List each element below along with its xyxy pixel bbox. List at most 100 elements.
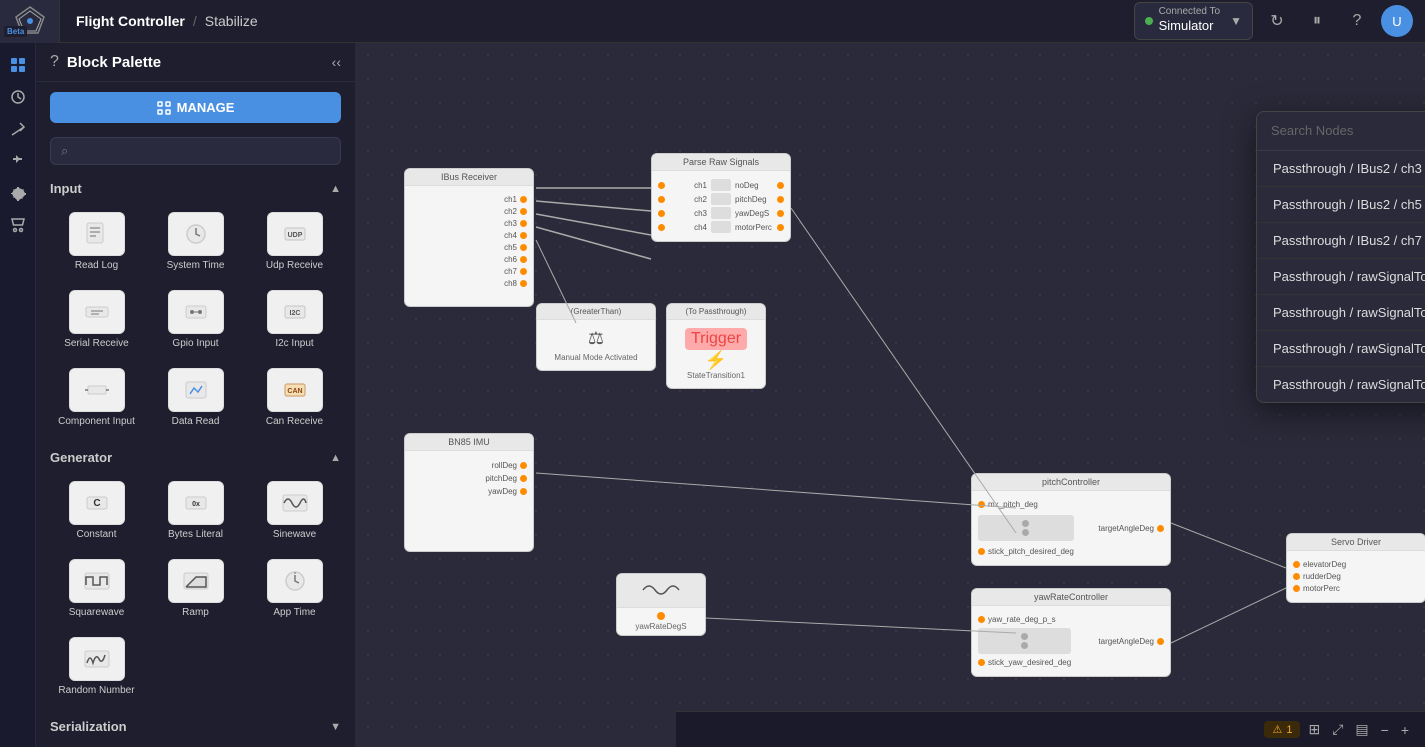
parse-raw-signals-body: ch1 noDeg ch2 pitchDeg ch3 yawDegS: [652, 171, 790, 241]
generator-section-header[interactable]: Generator ▲: [36, 442, 355, 471]
simulator-badge[interactable]: Connected To Simulator ▼: [1134, 2, 1253, 40]
minimap-icon[interactable]: ▤: [1351, 717, 1372, 742]
breadcrumb-main: Flight Controller: [76, 13, 185, 29]
block-can-receive[interactable]: CAN Can Receive: [248, 362, 341, 434]
port-ch5: [520, 244, 527, 251]
port-ch6: [520, 256, 527, 263]
block-i2c-input[interactable]: I2C I2c Input: [248, 284, 341, 356]
block-udp-receive[interactable]: UDP Udp Receive: [248, 206, 341, 278]
svg-text:UDP: UDP: [287, 232, 302, 239]
parse-port-out-nodeg: [777, 182, 784, 189]
pause-button[interactable]: ⏸: [1301, 5, 1333, 37]
serialization-section-header[interactable]: Serialization ▼: [36, 711, 355, 740]
search-item-6[interactable]: Passthrough / rawSignalToAngle / chToDeg…: [1257, 367, 1425, 402]
port-ch7: [520, 268, 527, 275]
input-section-header[interactable]: Input ▲: [36, 173, 355, 202]
block-bytes-literal[interactable]: 0x Bytes Literal: [149, 475, 242, 547]
ibus-receiver-title: IBus Receiver: [405, 169, 533, 186]
search-dropdown-input[interactable]: [1271, 123, 1425, 138]
bytes-literal-label: Bytes Literal: [168, 529, 223, 541]
manage-btn-label: MANAGE: [177, 100, 235, 115]
pitch-controller-node[interactable]: pitchController mx_pitch_deg stick_pitch…: [971, 473, 1171, 566]
sidebar-content: Input ▲ Read Log System Time: [36, 173, 355, 747]
servo-port-motor: [1293, 585, 1300, 592]
reset-view-icon[interactable]: ⤢: [1328, 717, 1347, 742]
breadcrumb-sub: Stabilize: [205, 13, 258, 29]
ibus-port-ch1: ch1: [411, 195, 527, 204]
block-app-time[interactable]: App Time: [248, 553, 341, 625]
constant-icon: C: [69, 481, 125, 525]
can-receive-icon: CAN: [267, 368, 323, 412]
parse-port-in-ch3: [658, 210, 665, 217]
grid-icon[interactable]: ⊞: [1304, 717, 1324, 742]
block-system-time[interactable]: System Time: [149, 206, 242, 278]
i2c-input-icon: I2C: [267, 290, 323, 334]
manual-mode-label: Manual Mode Activated: [545, 353, 647, 362]
read-log-icon: [69, 212, 125, 256]
parse-raw-signals-node[interactable]: Parse Raw Signals ch1 noDeg ch2 pitchDeg: [651, 153, 791, 242]
refresh-button[interactable]: ↻: [1261, 5, 1293, 37]
block-data-read[interactable]: Data Read: [149, 362, 242, 434]
block-read-log[interactable]: Read Log: [50, 206, 143, 278]
sidebar-close-icon[interactable]: ‹‹: [332, 54, 341, 70]
process-section-header[interactable]: Process ▲: [36, 740, 355, 747]
search-item-1[interactable]: Passthrough / IBus2 / ch5: [1257, 187, 1425, 223]
input-section-title: Input: [50, 181, 82, 196]
topbar: Beta Flight Controller / Stabilize Conne…: [0, 0, 1425, 43]
block-component-input[interactable]: Component Input: [50, 362, 143, 434]
warning-badge[interactable]: ⚠ 1: [1264, 721, 1300, 738]
block-constant[interactable]: C Constant: [50, 475, 143, 547]
gpio-input-icon: [168, 290, 224, 334]
generator-section-arrow: ▲: [330, 452, 341, 464]
sidebar-help-icon[interactable]: ?: [50, 53, 59, 71]
search-item-4[interactable]: Passthrough / rawSignalToAngle / motorPe…: [1257, 295, 1425, 331]
parse-raw-signals-title: Parse Raw Signals: [652, 154, 790, 171]
parse-port-out-yaw: [777, 210, 784, 217]
imu-port-yaw: [520, 488, 527, 495]
zoom-in-icon[interactable]: +: [1397, 718, 1413, 742]
search-icon: ⌕: [61, 143, 68, 159]
zoom-out-icon[interactable]: −: [1377, 718, 1393, 742]
blocks-icon[interactable]: [4, 51, 32, 79]
yaw-ctrl-port-in1: [978, 616, 985, 623]
manual-mode-node[interactable]: (GreaterThan) ⚖ Manual Mode Activated: [536, 303, 656, 371]
search-dropdown-header: [1257, 112, 1425, 151]
topbar-right: Connected To Simulator ▼ ↻ ⏸ ? U: [1134, 2, 1425, 40]
store-icon[interactable]: [4, 211, 32, 239]
plugin-icon[interactable]: [4, 147, 32, 175]
share-icon[interactable]: [4, 115, 32, 143]
beta-label: Beta: [4, 26, 27, 37]
yaw-rate-controller-node[interactable]: yawRateController yaw_rate_deg_p_s stick…: [971, 588, 1171, 677]
input-section-arrow: ▲: [330, 183, 341, 195]
manage-button[interactable]: MANAGE: [50, 92, 341, 123]
bn85-imu-node[interactable]: BN85 IMU rollDeg pitchDeg yawDeg: [404, 433, 534, 552]
search-item-0[interactable]: Passthrough / IBus2 / ch3: [1257, 151, 1425, 187]
servo-driver-node[interactable]: Servo Driver elevatorDeg rudderDeg motor…: [1286, 533, 1425, 603]
yaw-rate-degs-node[interactable]: yawRateDegS: [616, 573, 706, 636]
block-sinewave[interactable]: Sinewave: [248, 475, 341, 547]
generator-blocks-grid: C Constant 0x Bytes Literal Sinewave: [36, 471, 355, 711]
block-squarewave[interactable]: Squarewave: [50, 553, 143, 625]
servo-port-elevator: [1293, 561, 1300, 568]
search-item-3[interactable]: Passthrough / rawSignalToAngle / ch1: [1257, 259, 1425, 295]
ibus-receiver-node[interactable]: IBus Receiver ch1 ch2 ch3 ch4: [404, 168, 534, 307]
search-item-2[interactable]: Passthrough / IBus2 / ch7: [1257, 223, 1425, 259]
block-ramp[interactable]: Ramp: [149, 553, 242, 625]
pitch-ctrl-port-in1: [978, 501, 985, 508]
manual-mode-body: ⚖ Manual Mode Activated: [537, 320, 655, 370]
history-icon[interactable]: [4, 83, 32, 111]
user-button[interactable]: U: [1381, 5, 1413, 37]
yaw-rate-degs-label: yawRateDegS: [621, 622, 701, 631]
settings-icon[interactable]: [4, 179, 32, 207]
help-button[interactable]: ?: [1341, 5, 1373, 37]
parse-port-out-pitch: [777, 196, 784, 203]
search-input[interactable]: [74, 144, 330, 159]
serial-receive-icon: [69, 290, 125, 334]
block-random-number[interactable]: Random Number: [50, 631, 143, 703]
block-gpio-input[interactable]: Gpio Input: [149, 284, 242, 356]
canvas[interactable]: IBus Receiver ch1 ch2 ch3 ch4: [356, 43, 1425, 747]
block-serial-receive[interactable]: Serial Receive: [50, 284, 143, 356]
search-item-5[interactable]: Passthrough / rawSignalToAngle / chToDeg…: [1257, 331, 1425, 367]
state-transition-node[interactable]: (To Passthrough) Trigger ⚡ StateTransiti…: [666, 303, 766, 389]
ibus-port-ch3: ch3: [411, 219, 527, 228]
